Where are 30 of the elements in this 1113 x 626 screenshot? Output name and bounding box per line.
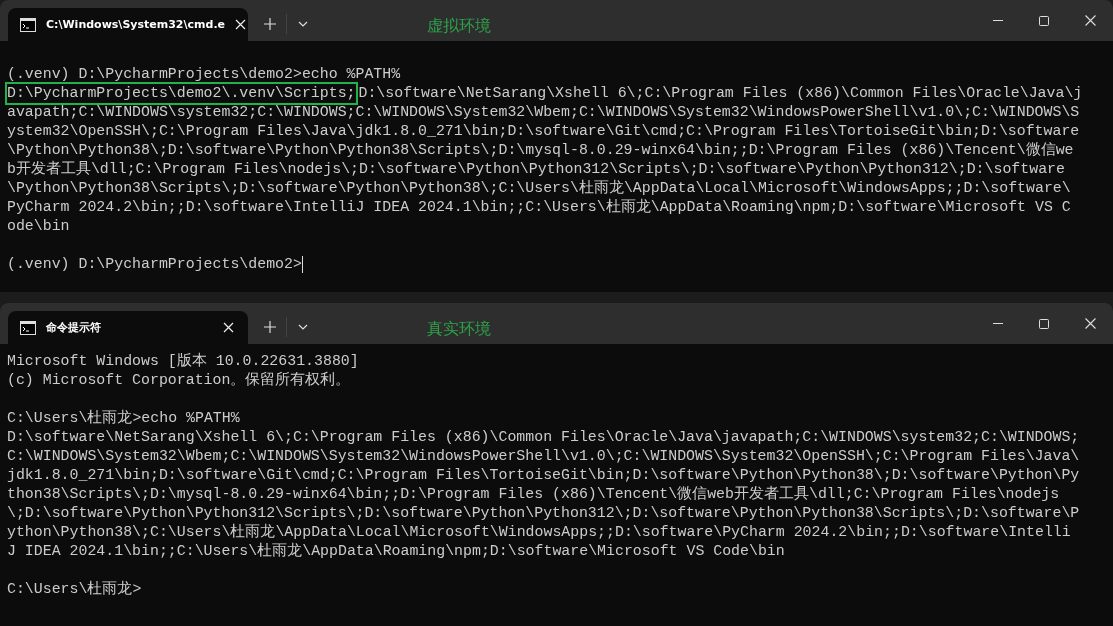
terminal-tab[interactable]: 命令提示符	[8, 311, 248, 344]
terminal-icon	[20, 320, 36, 335]
terminal-line: ode\bin	[7, 217, 70, 236]
terminal-line: thon38\Scripts\;D:\mysql-8.0.29-winx64\bin;;D:\Program Files (x86)\Tencent\微信web开发者工具\dll;C:\Program Files\nodejs	[7, 485, 1060, 504]
terminal-line: (.venv) D:\PycharmProjects\demo2>echo %PATH%	[7, 65, 401, 84]
terminal-line: \Python\Python38\;D:\software\Python\Python38\Scripts\;D:\mysql-8.0.29-winx64\bin;;D:\Program Files (x86)\Tencent\微信we	[7, 141, 1074, 160]
terminal-line: ython\Python38\;C:\Users\杜雨龙\AppData\Local\Microsoft\WindowsApps;;D:\software\PyCharm 2024.2\bin;;D:\software\Intelli	[7, 523, 1071, 542]
terminal-line: Microsoft Windows [版本 10.0.22631.3880]	[7, 352, 359, 371]
tab-title: C:\Windows\System32\cmd.e	[46, 18, 226, 31]
terminal-line: \;D:\software\Python\Python312\Scripts\;D:\software\Python\Python312\;D:\software\Python\Python38\Scripts\;D:\software\P	[7, 504, 1080, 523]
terminal-line: \Python\Python38\Scripts\;D:\software\Python\Python38\;C:\Users\杜雨龙\AppData\Local\Microsoft\WindowsApps;;D:\software\	[7, 179, 1071, 198]
terminal-line: (c) Microsoft Corporation。保留所有权利。	[7, 371, 351, 390]
terminal-line: D:\software\NetSarang\Xshell 6\;C:\Program Files (x86)\Common Files\Oracle\Java\javapath;C:\WINDOWS\system32;C:\WINDOWS;	[7, 428, 1080, 447]
terminal-line: C:\WINDOWS\System32\Wbem;C:\WINDOWS\System32\WindowsPowerShell\v1.0\;C:\WINDOWS\System32\OpenSSH\;C:\Program Files\Java\	[7, 447, 1080, 466]
terminal-line: b开发者工具\dll;C:\Program Files\nodejs\;D:\software\Python\Python312\Scripts\;D:\software\Python\Python312\;D:\software	[7, 160, 1065, 179]
terminal-line: ystem32\OpenSSH\;C:\Program Files\Java\jdk1.8.0_271\bin;D:\software\Git\cmd;C:\Program Files\TortoiseGit\bin;D:\software	[7, 122, 1080, 141]
terminal-icon	[20, 17, 36, 32]
terminal-line: J IDEA 2024.1\bin;;C:\Users\杜雨龙\AppData\Roaming\npm;D:\software\Microsoft VS Code\bin	[7, 542, 785, 561]
terminal-line: (.venv) D:\PycharmProjects\demo2>	[7, 255, 302, 274]
terminal-line: C:\Users\杜雨龙>	[7, 580, 142, 599]
annotation-label: 真实环境	[427, 319, 491, 340]
terminal-line: D:\software\NetSarang\Xshell 6\;C:\Program Files (x86)\Common Files\Oracle\Java\j	[358, 84, 1083, 103]
highlighted-path: D:\PycharmProjects\demo2\.venv\Scripts;	[7, 84, 356, 103]
tab-title: 命令提示符	[46, 320, 102, 335]
terminal-tab[interactable]: C:\Windows\System32\cmd.e	[8, 8, 248, 41]
annotation-label: 虚拟环境	[427, 16, 491, 37]
terminal-line: jdk1.8.0_271\bin;D:\software\Git\cmd;C:\Program Files\TortoiseGit\bin;D:\software\Python\Python38\;D:\software\Python\Py	[7, 466, 1080, 485]
terminal-line: PyCharm 2024.2\bin;;D:\software\IntelliJ IDEA 2024.1\bin;;C:\Users\杜雨龙\AppData\Roaming\npm;D:\software\Microsoft VS C	[7, 198, 1071, 217]
terminal-line: C:\Users\杜雨龙>echo %PATH%	[7, 409, 240, 428]
terminal-line: avapath;C:\WINDOWS\system32;C:\WINDOWS;C:\WINDOWS\System32\Wbem;C:\WINDOWS\System32\WindowsPowerShell\v1.0\;C:\WINDOWS\S	[7, 103, 1080, 122]
